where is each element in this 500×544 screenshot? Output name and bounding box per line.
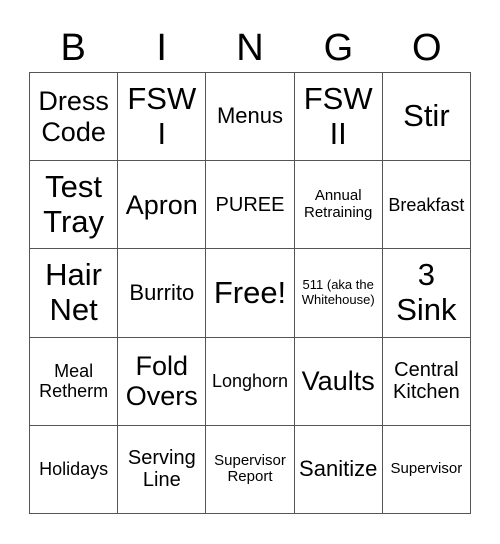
bingo-cell[interactable]: Serving Line [118,425,207,514]
bingo-cell[interactable]: Longhorn [206,337,295,426]
bingo-cell[interactable]: Burrito [118,249,207,338]
bingo-cell[interactable]: Supervisor [382,425,471,514]
bingo-cell[interactable]: Breakfast [382,161,471,250]
bingo-cell[interactable]: Holidays [30,425,119,514]
bingo-cell[interactable]: Vaults [294,337,383,426]
bingo-cell[interactable]: PUREE [206,161,295,250]
bingo-cell[interactable]: FSW II [294,73,383,162]
bingo-cell[interactable]: Test Tray [30,161,119,250]
bingo-cell[interactable]: 511 (aka the Whitehouse) [294,249,383,338]
header-letter-n: N [236,27,264,69]
bingo-grid: Dress Code FSW I Menus FSW II Stir Test Tray… [29,72,471,514]
free-space[interactable]: Free! [206,249,295,338]
header-letter-b: B [60,27,86,69]
bingo-cell[interactable]: Hair Net [30,249,119,338]
header-letter-g: G [323,27,354,69]
bingo-cell[interactable]: 3 Sink [382,249,471,338]
bingo-cell[interactable]: Dress Code [30,73,119,162]
header-letter-i: I [156,27,167,69]
bingo-header: B I N G O [29,24,471,72]
bingo-cell[interactable]: Sanitize [294,425,383,514]
bingo-cell[interactable]: Apron [118,161,207,250]
bingo-cell[interactable]: Stir [382,73,471,162]
bingo-cell[interactable]: Supervisor Report [206,425,295,514]
bingo-cell[interactable]: Fold Overs [118,337,207,426]
bingo-cell[interactable]: Meal Retherm [30,337,119,426]
bingo-cell[interactable]: Menus [206,73,295,162]
bingo-cell[interactable]: Annual Retraining [294,161,383,250]
header-letter-o: O [412,27,442,69]
bingo-cell[interactable]: Central Kitchen [382,337,471,426]
bingo-cell[interactable]: FSW I [118,73,207,162]
